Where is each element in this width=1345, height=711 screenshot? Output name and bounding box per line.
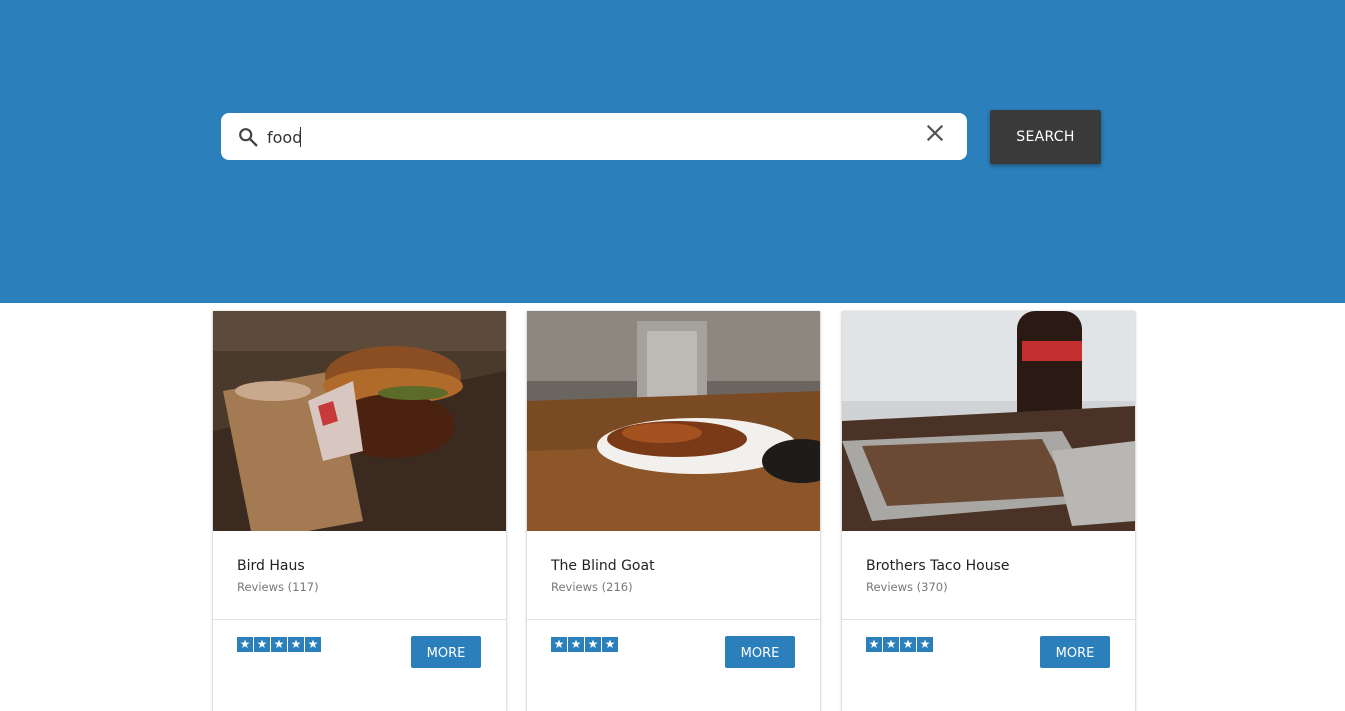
search-icon xyxy=(239,128,258,147)
star-icon: ★ xyxy=(866,637,882,652)
result-card: Brothers Taco House Reviews (370) ★ ★ ★ … xyxy=(842,311,1135,711)
star-icon: ★ xyxy=(602,637,618,652)
search-input[interactable] xyxy=(267,123,907,151)
search-bar[interactable] xyxy=(221,113,967,160)
more-button[interactable]: MORE xyxy=(1040,636,1110,668)
star-icon: ★ xyxy=(883,637,899,652)
more-button[interactable]: MORE xyxy=(411,636,481,668)
search-hero: SEARCH xyxy=(0,0,1345,303)
divider xyxy=(527,619,820,620)
divider xyxy=(213,619,506,620)
star-rating: ★ ★ ★ ★ xyxy=(551,637,618,652)
result-card: The Blind Goat Reviews (216) ★ ★ ★ ★ MOR… xyxy=(527,311,820,711)
star-icon: ★ xyxy=(254,637,270,652)
result-card: Bird Haus Reviews (117) ★ ★ ★ ★ ★ MORE xyxy=(213,311,506,711)
star-icon: ★ xyxy=(271,637,287,652)
star-icon: ★ xyxy=(551,637,567,652)
star-icon: ★ xyxy=(917,637,933,652)
review-count: Reviews (216) xyxy=(551,580,633,594)
review-count: Reviews (117) xyxy=(237,580,319,594)
star-icon: ★ xyxy=(305,637,321,652)
star-icon: ★ xyxy=(237,637,253,652)
star-icon: ★ xyxy=(568,637,584,652)
restaurant-name[interactable]: Bird Haus xyxy=(237,558,305,574)
star-icon: ★ xyxy=(288,637,304,652)
star-rating: ★ ★ ★ ★ ★ xyxy=(237,637,321,652)
restaurant-name[interactable]: The Blind Goat xyxy=(551,558,655,574)
text-caret xyxy=(300,127,301,147)
star-icon: ★ xyxy=(900,637,916,652)
restaurant-photo[interactable] xyxy=(527,311,820,531)
star-icon: ★ xyxy=(585,637,601,652)
review-count: Reviews (370) xyxy=(866,580,948,594)
search-button[interactable]: SEARCH xyxy=(990,110,1101,164)
more-button[interactable]: MORE xyxy=(725,636,795,668)
divider xyxy=(842,619,1135,620)
star-rating: ★ ★ ★ ★ xyxy=(866,637,933,652)
restaurant-photo[interactable] xyxy=(842,311,1135,531)
restaurant-name[interactable]: Brothers Taco House xyxy=(866,558,1010,574)
close-icon[interactable] xyxy=(924,122,946,144)
restaurant-photo[interactable] xyxy=(213,311,506,531)
